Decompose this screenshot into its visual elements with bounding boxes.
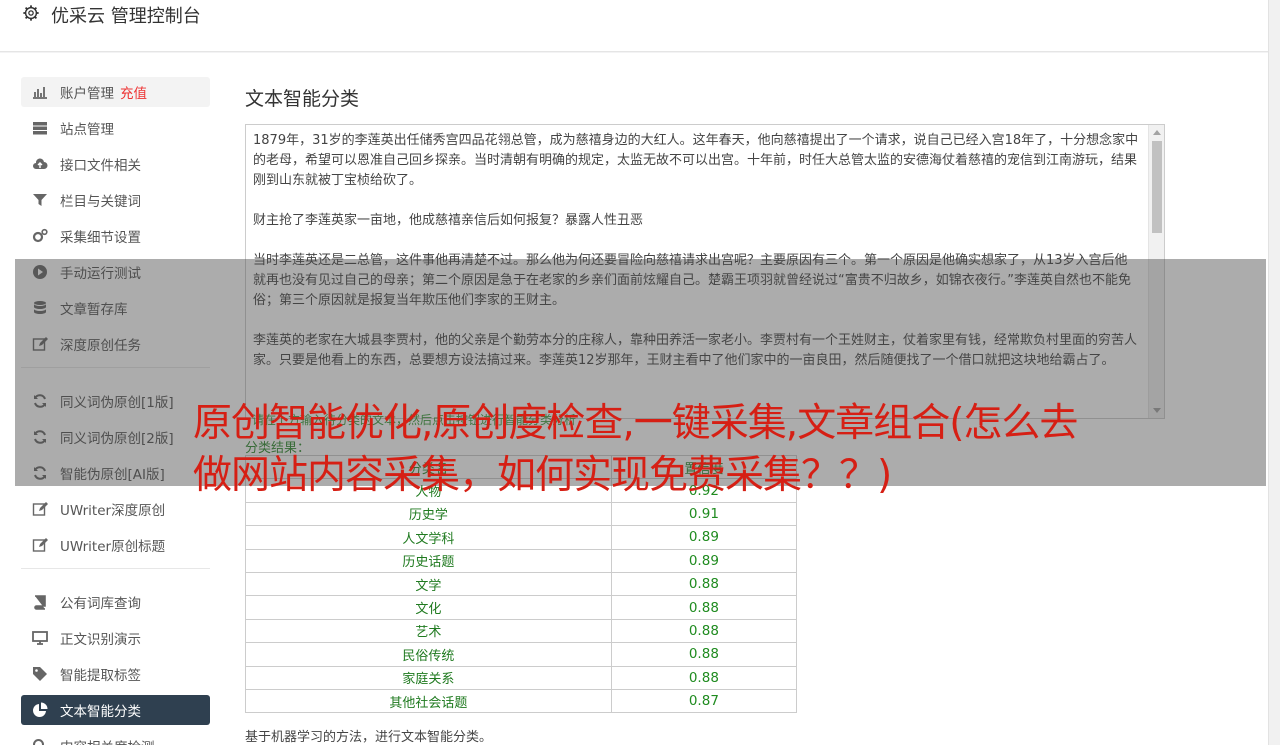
gear-icon <box>23 5 39 21</box>
confidence-cell: 0.89 <box>610 548 798 573</box>
search-icon <box>33 739 44 745</box>
category-cell: 人文学科 <box>245 525 612 550</box>
book-icon <box>34 595 46 610</box>
category-cell: 文学 <box>245 571 612 597</box>
confidence-cell: 0.89 <box>610 525 798 550</box>
cogs-icon <box>32 228 48 243</box>
sidebar-divider <box>21 568 210 569</box>
sidebar-item-label: 账户管理 <box>60 86 114 102</box>
table-row: 文学 0.88 <box>245 571 798 597</box>
filter-icon <box>33 194 47 206</box>
confidence-cell: 0.88 <box>610 595 798 620</box>
scroll-thumb[interactable] <box>1152 141 1162 233</box>
category-cell: 艺术 <box>245 618 612 644</box>
table-row: 历史学 0.91 <box>245 501 798 527</box>
sidebar-item-public-lexicon[interactable]: 公有词库查询 <box>21 587 210 617</box>
table-row: 艺术 0.88 <box>245 618 798 644</box>
edit-icon <box>32 502 48 516</box>
category-cell: 文化 <box>245 595 612 620</box>
sidebar-item-label: UWriter原创标题 <box>60 539 166 555</box>
category-cell: 历史学 <box>245 501 612 527</box>
desktop-icon <box>32 631 48 645</box>
text-paragraph: 财主抢了李莲英家一亩地，他成慈禧亲信后如何报复？暴露人性丑恶 <box>253 213 644 228</box>
sidebar-item-extract-tags[interactable]: 智能提取标签 <box>21 659 210 689</box>
confidence-cell: 0.88 <box>610 642 798 667</box>
category-cell: 其他社会话题 <box>245 688 612 714</box>
sidebar-item-interface-files[interactable]: 接口文件相关 <box>21 149 210 179</box>
confidence-cell: 0.91 <box>610 501 798 527</box>
table-row: 其他社会话题 0.87 <box>245 688 798 714</box>
text-paragraph: 1879年，31岁的李莲英出任储秀宫四品花翎总管，成为慈禧身边的大红人。这年春天… <box>253 133 1139 188</box>
sidebar-item-label: 站点管理 <box>60 122 114 138</box>
sidebar-item-collect-settings[interactable]: 采集细节设置 <box>21 221 210 251</box>
sidebar-item-label: 文本智能分类 <box>60 704 141 720</box>
sidebar-item-uwriter-title[interactable]: UWriter原创标题 <box>21 530 210 560</box>
server-icon <box>33 122 47 135</box>
confidence-cell: 0.88 <box>610 665 798 690</box>
cloud-upload-icon <box>33 158 48 169</box>
sidebar-item-columns-keywords[interactable]: 栏目与关键词 <box>21 185 210 215</box>
category-cell: 历史话题 <box>245 548 612 573</box>
brand-title: 优采云 管理控制台 <box>51 6 201 27</box>
sidebar-item-uwriter-deep[interactable]: UWriter深度原创 <box>21 494 210 524</box>
table-row: 历史话题 0.89 <box>245 548 798 573</box>
table-row: 家庭关系 0.88 <box>245 665 798 690</box>
table-row: 人文学科 0.89 <box>245 525 798 550</box>
page-scrollbar[interactable] <box>1268 0 1280 745</box>
top-header: 优采云 管理控制台 <box>0 0 1268 52</box>
sidebar-item-label: 公有词库查询 <box>60 596 141 612</box>
sidebar-item-label: 采集细节设置 <box>60 230 141 246</box>
pie-chart-icon <box>33 702 48 717</box>
sidebar-item-account[interactable]: 账户管理 充值 <box>21 77 210 107</box>
scroll-up-arrow-icon[interactable] <box>1153 130 1161 135</box>
sidebar-item-label: 内容相关度检测 <box>60 736 155 745</box>
confidence-cell: 0.88 <box>610 618 798 644</box>
overlay-headline: 原创智能优化,原创度检查,一键采集,文章组合(怎么去做网站内容采集，如何实现免费… <box>193 401 1078 498</box>
sidebar-item-sites[interactable]: 站点管理 <box>21 113 210 143</box>
sidebar-item-label: 栏目与关键词 <box>60 194 141 210</box>
category-cell: 民俗传统 <box>245 642 612 667</box>
sidebar-item-relevance-check[interactable]: 内容相关度检测 <box>21 731 210 745</box>
footer-note: 基于机器学习的方法，进行文本智能分类。 <box>245 730 493 745</box>
sidebar-item-label: 正文识别演示 <box>60 632 141 648</box>
tag-icon <box>33 667 47 681</box>
page-title: 文本智能分类 <box>245 88 360 110</box>
recharge-link[interactable]: 充值 <box>120 82 147 102</box>
sidebar-item-text-classification[interactable]: 文本智能分类 <box>21 695 210 725</box>
table-row: 文化 0.88 <box>245 595 798 620</box>
sidebar-item-text-recognition[interactable]: 正文识别演示 <box>21 623 210 653</box>
confidence-cell: 0.87 <box>610 688 798 714</box>
sidebar-item-label: UWriter深度原创 <box>60 503 166 519</box>
bar-chart-icon <box>33 87 47 99</box>
confidence-cell: 0.88 <box>610 571 798 597</box>
edit-icon <box>32 538 48 552</box>
category-cell: 家庭关系 <box>245 665 612 690</box>
table-row: 民俗传统 0.88 <box>245 642 798 667</box>
sidebar-item-label: 智能提取标签 <box>60 668 141 684</box>
sidebar-item-label: 接口文件相关 <box>60 158 141 174</box>
